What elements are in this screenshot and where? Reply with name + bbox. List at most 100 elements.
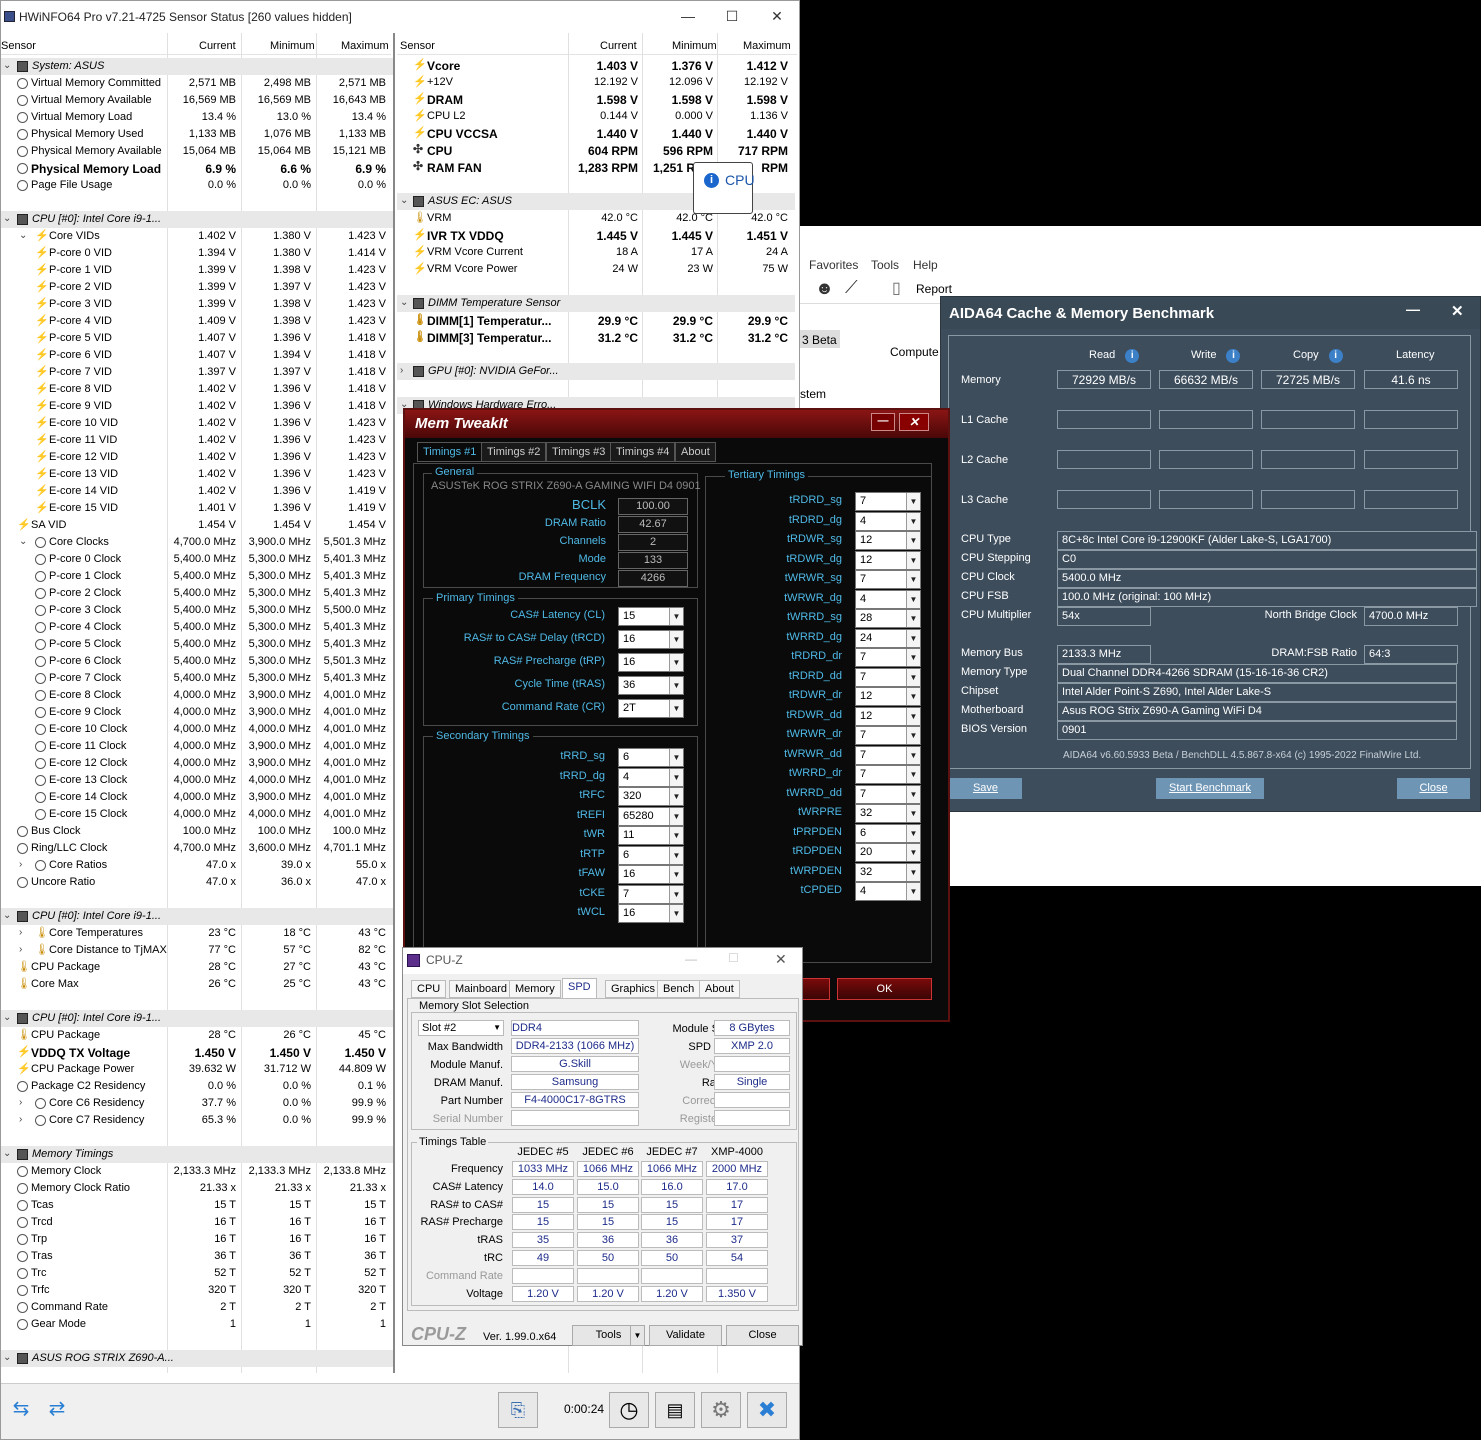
chevron-down-icon[interactable]: ▼ xyxy=(906,493,920,510)
chevron-down-icon[interactable]: ▼ xyxy=(669,807,683,825)
network-icon[interactable]: ⎘ xyxy=(498,1392,538,1428)
user-icon[interactable]: ☻ xyxy=(815,278,834,299)
gear-icon[interactable]: ⚙ xyxy=(701,1392,741,1428)
sensor-row[interactable]: Tras 36 T 36 T 36 T xyxy=(1,1248,393,1265)
chevron-down-icon[interactable]: ▼ xyxy=(906,532,920,549)
sensor-row[interactable]: 🌡 CPU Package 28 °C 26 °C 45 °C xyxy=(1,1027,393,1044)
tertiary-timing-select[interactable]: 12 ▼ xyxy=(855,706,921,726)
sensor-row[interactable]: Virtual Memory Load 13.4 % 13.0 % 13.4 % xyxy=(1,109,393,126)
tertiary-timing-select[interactable]: 6 ▼ xyxy=(855,823,921,843)
tertiary-timing-select[interactable]: 24 ▼ xyxy=(855,628,921,648)
expand-chevron-icon[interactable]: › xyxy=(19,859,22,870)
chevron-down-icon[interactable]: ▼ xyxy=(669,885,683,903)
left-column-header[interactable]: Sensor Current Minimum Maximum xyxy=(1,38,391,55)
sensor-row[interactable]: Bus Clock 100.0 MHz 100.0 MHz 100.0 MHz xyxy=(1,823,393,840)
sensor-row[interactable]: P-core 0 Clock 5,400.0 MHz 5,300.0 MHz 5,40… xyxy=(1,551,393,568)
sensor-row[interactable]: ⚡ VRM Vcore Current 18 A 17 A 24 A xyxy=(397,244,795,261)
sensor-row[interactable]: ⚡ E-core 11 VID 1.402 V 1.396 V 1.423 V xyxy=(1,432,393,449)
chevron-down-icon[interactable]: ▼ xyxy=(906,844,920,861)
sensor-row[interactable]: ⌄ Core Clocks 4,700.0 MHz 3,900.0 MHz 5,501.… xyxy=(1,534,393,551)
chevron-down-icon[interactable]: ▼ xyxy=(906,766,920,783)
minimize-button[interactable]: — xyxy=(871,413,895,431)
panel-splitter[interactable] xyxy=(393,33,395,1373)
sensor-row[interactable]: › Core C7 Residency 65.3 % 0.0 % 99.9 % xyxy=(1,1112,393,1129)
minimize-button[interactable]: — xyxy=(678,7,698,25)
sensor-row[interactable]: P-core 2 Clock 5,400.0 MHz 5,300.0 MHz 5,40… xyxy=(1,585,393,602)
sensor-row[interactable]: Trp 16 T 16 T 16 T xyxy=(1,1231,393,1248)
chevron-down-icon[interactable]: ▼ xyxy=(493,1021,501,1035)
sensor-row[interactable]: Package C2 Residency 0.0 % 0.0 % 0.1 % xyxy=(1,1078,393,1095)
sensor-row[interactable]: ⚡ E-core 8 VID 1.402 V 1.396 V 1.418 V xyxy=(1,381,393,398)
secondary-timing-select[interactable]: 6 ▼ xyxy=(618,748,684,767)
secondary-timing-select[interactable]: 7 ▼ xyxy=(618,884,684,904)
right-column-header[interactable]: Sensor Current Minimum Maximum xyxy=(397,38,797,55)
expand-chevron-icon[interactable]: › xyxy=(19,1114,22,1125)
secondary-timing-select[interactable]: 16 ▼ xyxy=(618,865,684,884)
tertiary-timing-select[interactable]: 7 ▼ xyxy=(855,570,921,589)
maximum-header[interactable]: Maximum xyxy=(743,40,791,52)
sensor-row[interactable]: Memory Clock Ratio 21.33 x 21.33 x 21.33 x xyxy=(1,1180,393,1197)
sensor-row[interactable]: ⚡ P-core 1 VID 1.399 V 1.398 V 1.423 V xyxy=(1,262,393,279)
tertiary-timing-select[interactable]: 20 ▼ xyxy=(855,843,921,862)
chevron-down-icon[interactable]: ▼ xyxy=(669,631,683,648)
chevron-down-icon[interactable]: ▼ xyxy=(906,883,920,900)
chevron-down-icon[interactable]: ▼ xyxy=(906,512,920,530)
save-button[interactable]: Save xyxy=(949,778,1022,799)
tab-timings-4[interactable]: Timings #4 xyxy=(610,442,676,462)
minimize-button[interactable]: — xyxy=(1406,301,1420,317)
menu-favorites[interactable]: Favorites xyxy=(809,258,858,272)
sensor-row[interactable]: Physical Memory Used 1,133 MB 1,076 MB 1,13… xyxy=(1,126,393,143)
sensor-row[interactable]: › Core C6 Residency 37.7 % 0.0 % 99.9 % xyxy=(1,1095,393,1112)
sensor-group-row[interactable]: ⌄ CPU [#0]: Intel Core i9-1... xyxy=(1,1010,393,1027)
current-header[interactable]: Current xyxy=(199,40,236,52)
chevron-down-icon[interactable]: ▼ xyxy=(906,649,920,666)
sensor-row[interactable]: P-core 5 Clock 5,400.0 MHz 5,300.0 MHz 5,40… xyxy=(1,636,393,653)
sensor-row[interactable]: ⚡ CPU L2 0.144 V 0.000 V 1.136 V xyxy=(397,108,795,125)
tertiary-timing-select[interactable]: 7 ▼ xyxy=(855,784,921,804)
minimize-button[interactable]: — xyxy=(685,952,697,966)
sensor-row[interactable]: ⚡ P-core 7 VID 1.397 V 1.397 V 1.418 V xyxy=(1,364,393,381)
expand-chevron-icon[interactable]: › xyxy=(19,1097,22,1108)
sensor-row[interactable]: ⚡ Vcore 1.403 V 1.376 V 1.412 V xyxy=(397,57,795,74)
close-icon[interactable]: ✖ xyxy=(747,1392,787,1428)
sensor-row[interactable]: Virtual Memory Committed 2,571 MB 2,498 MB… xyxy=(1,75,393,92)
report-icon[interactable]: ▯ xyxy=(892,278,901,298)
tertiary-timing-select[interactable]: 4 ▼ xyxy=(855,882,921,901)
sensor-row[interactable]: E-core 15 Clock 4,000.0 MHz 4,000.0 MHz 4,0… xyxy=(1,806,393,823)
tertiary-timing-select[interactable]: 32 ▼ xyxy=(855,804,921,823)
log-icon[interactable]: ▤ xyxy=(655,1392,695,1428)
info-icon[interactable]: i xyxy=(1125,349,1140,363)
collapse-chevron-icon[interactable]: ⌄ xyxy=(400,297,408,308)
sensor-row[interactable]: ✣ CPU 604 RPM 596 RPM 717 RPM xyxy=(397,142,795,159)
start-benchmark-button[interactable]: Start Benchmark xyxy=(1156,778,1264,799)
sensor-row[interactable]: Physical Memory Available 15,064 MB 15,064… xyxy=(1,143,393,160)
sensor-row[interactable]: P-core 6 Clock 5,400.0 MHz 5,300.0 MHz 5,50… xyxy=(1,653,393,670)
menu-tools[interactable]: Tools xyxy=(871,258,899,272)
sensor-row[interactable]: ⚡ E-core 12 VID 1.402 V 1.396 V 1.423 V xyxy=(1,449,393,466)
tertiary-timing-select[interactable]: 28 ▼ xyxy=(855,609,921,628)
sensor-row[interactable]: ⚡ SA VID 1.454 V 1.454 V 1.454 V xyxy=(1,517,393,534)
chevron-down-icon[interactable]: ▼ xyxy=(906,707,920,725)
primary-timing-select[interactable]: 16 ▼ xyxy=(618,653,684,672)
close-button[interactable]: ✕ xyxy=(775,951,787,968)
sensor-row[interactable]: ⚡ +12V 12.192 V 12.096 V 12.192 V xyxy=(397,74,795,91)
tertiary-timing-select[interactable]: 7 ▼ xyxy=(855,667,921,687)
chevron-down-icon[interactable]: ▼ xyxy=(906,727,920,744)
chevron-down-icon[interactable]: ▼ xyxy=(669,700,683,717)
chevron-down-icon[interactable]: ▼ xyxy=(669,677,683,694)
sensor-row[interactable]: ⚡ P-core 2 VID 1.399 V 1.397 V 1.423 V xyxy=(1,279,393,296)
maximize-button[interactable]: ☐ xyxy=(722,7,742,25)
tertiary-timing-select[interactable]: 4 ▼ xyxy=(855,589,921,609)
collapse-chevron-icon[interactable]: ⌄ xyxy=(3,213,11,224)
tab-timings-1[interactable]: Timings #1 xyxy=(417,442,483,462)
sensor-header[interactable]: Sensor xyxy=(400,40,435,52)
tertiary-timing-select[interactable]: 7 ▼ xyxy=(855,492,921,511)
chevron-down-icon[interactable]: ▼ xyxy=(906,863,920,881)
sensor-row[interactable]: ⚡ E-core 13 VID 1.402 V 1.396 V 1.423 V xyxy=(1,466,393,483)
sensor-row[interactable]: 🌡 Core Max 26 °C 25 °C 43 °C xyxy=(1,976,393,993)
collapse-chevron-icon[interactable]: ⌄ xyxy=(3,1352,11,1363)
sensor-row[interactable]: ⚡ DRAM 1.598 V 1.598 V 1.598 V xyxy=(397,91,795,108)
chevron-down-icon[interactable]: ▼ xyxy=(906,590,920,608)
tertiary-timing-select[interactable]: 4 ▼ xyxy=(855,511,921,531)
collapse-chevron-icon[interactable]: ⌄ xyxy=(3,1012,11,1023)
